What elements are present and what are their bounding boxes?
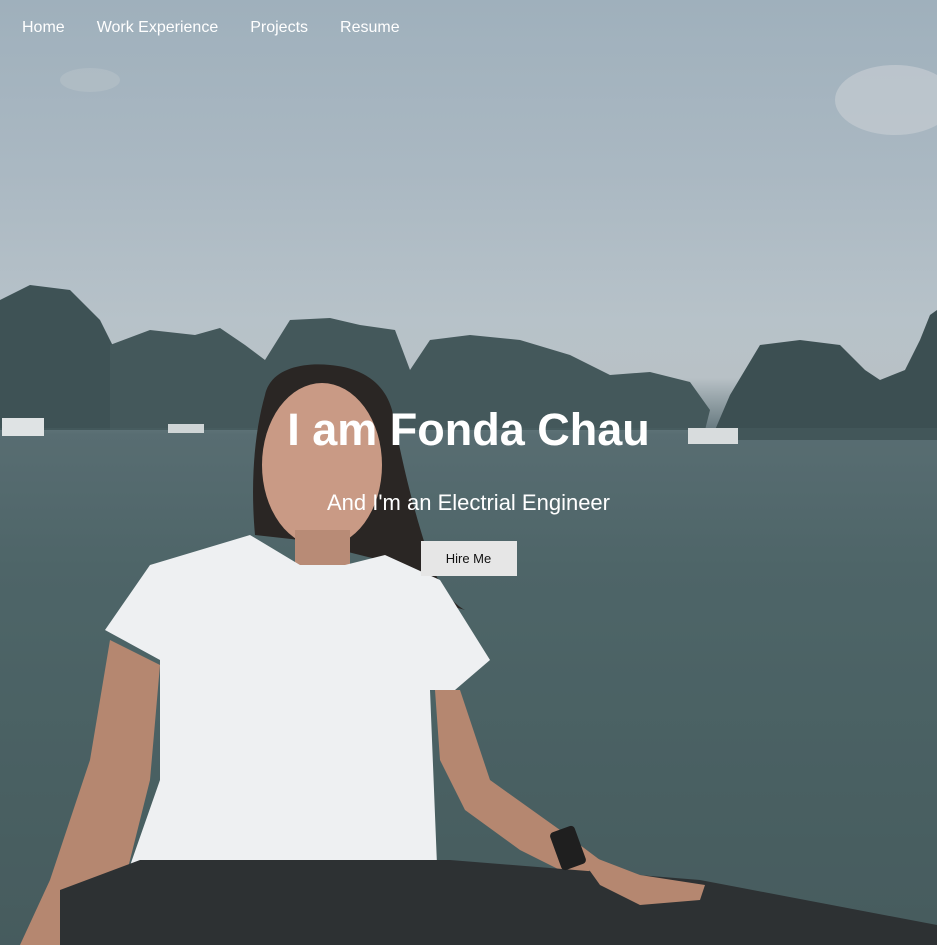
nav-resume-link[interactable]: Resume [340, 18, 400, 38]
top-nav: Home Work Experience Projects Resume [22, 18, 432, 38]
hero-section: Home Work Experience Projects Resume I a… [0, 0, 937, 945]
nav-work-experience-link[interactable]: Work Experience [97, 18, 219, 38]
hire-me-button[interactable]: Hire Me [420, 541, 517, 576]
nav-home-link[interactable]: Home [22, 18, 65, 38]
hero-title: I am Fonda Chau [287, 404, 650, 455]
nav-projects-link[interactable]: Projects [250, 18, 308, 38]
hero-content: I am Fonda Chau And I'm an Electrial Eng… [0, 400, 937, 576]
hero-subtitle: And I'm an Electrial Engineer [326, 490, 610, 515]
